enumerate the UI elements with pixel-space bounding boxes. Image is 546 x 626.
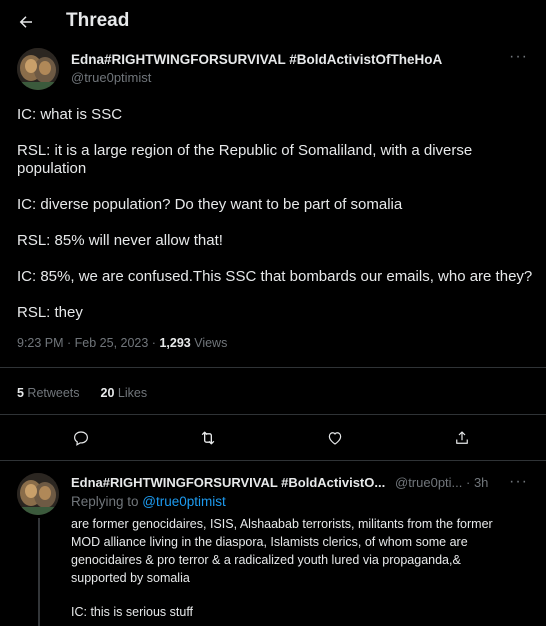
avatar[interactable] [17, 473, 59, 515]
heart-icon [328, 432, 342, 445]
reply-author-name[interactable]: Edna#RIGHTWINGFORSURVIVAL #BoldActivistO… [71, 475, 385, 490]
like-button[interactable] [324, 427, 346, 449]
reply-button[interactable] [70, 427, 92, 449]
tweet-timestamp[interactable]: 9:23 PM · Feb 25, 2023 · [17, 336, 159, 350]
views-count: 1,293 [159, 336, 191, 350]
retweet-icon [201, 431, 215, 445]
replying-label: Replying to [71, 494, 143, 509]
tweet-text-line: IC: what is SSC [17, 106, 123, 123]
more-horizontal-icon[interactable]: ··· [509, 473, 528, 491]
retweets-stat[interactable]: 5 Retweets [17, 386, 80, 400]
comment-icon [74, 431, 88, 446]
author-handle[interactable]: @true0ptimist [71, 70, 151, 85]
back-button[interactable] [12, 8, 40, 36]
reply-text-line: genocidaires & pro terror & a radicalize… [71, 553, 461, 567]
reply-text-line: MOD alliance living in the diaspora, Isl… [71, 535, 468, 549]
arrow-left-icon [19, 16, 32, 28]
views-label: Views [190, 336, 228, 350]
likes-stat[interactable]: 20 Likes [101, 386, 148, 400]
share-icon [456, 431, 468, 444]
divider [0, 367, 546, 368]
tweet-stats: 5 Retweets 20 Likes [17, 386, 147, 400]
thread-connector-line [38, 518, 40, 626]
reply-text-line: supported by somalia [71, 571, 190, 585]
tweet-text-line: population [17, 160, 87, 177]
page-title: Thread [66, 10, 130, 31]
tweet-text-line: IC: diverse population? Do they want to … [17, 196, 403, 213]
retweet-button[interactable] [197, 427, 219, 449]
author-name[interactable]: Edna#RIGHTWINGFORSURVIVAL #BoldActivistO… [71, 52, 442, 67]
reply-text-line: are former genocidaires, ISIS, Alshaabab… [71, 517, 493, 531]
tweet-text-line: RSL: they [17, 304, 83, 321]
thread-header: Thread [0, 0, 546, 42]
tweet-text-line: IC: 85%, we are confused.This SSC that b… [17, 268, 533, 285]
avatar[interactable] [17, 48, 59, 90]
tweet-text-line: RSL: it is a large region of the Republi… [17, 142, 473, 159]
reply-text-line: IC: this is serious stuff [71, 605, 194, 619]
divider [0, 460, 546, 461]
tweet-text-line: RSL: 85% will never allow that! [17, 232, 223, 249]
replying-to: Replying to @true0ptimist [71, 494, 226, 509]
divider [0, 414, 546, 415]
share-button[interactable] [451, 427, 473, 449]
reply-author-meta[interactable]: @true0pti... · 3h [395, 475, 488, 490]
tweet-meta: 9:23 PM · Feb 25, 2023 · 1,293 Views [17, 336, 227, 350]
more-horizontal-icon[interactable]: ··· [509, 48, 528, 66]
replying-handle-link[interactable]: @true0ptimist [142, 494, 225, 509]
